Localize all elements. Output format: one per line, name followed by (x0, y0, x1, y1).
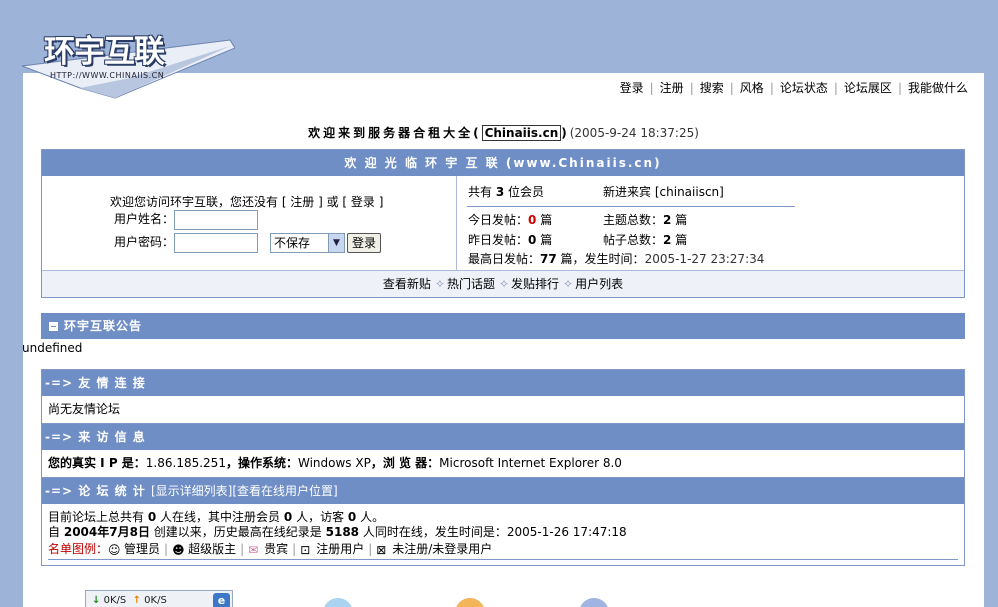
browser-icon[interactable]: e (213, 593, 230, 607)
friends-content: 尚无友情论坛 (42, 396, 964, 424)
user-legend: 名单图例：☺ 管理员 | ☻ 超级版主 | ✉ 贵宾 | ⊡ 注册用户 | ⊠ 未注册/未登录用户 (48, 542, 958, 560)
nav-forum-status[interactable]: 论坛状态 (774, 81, 834, 95)
save-login-select[interactable]: 不保存 ▼ (270, 232, 346, 253)
password-input[interactable] (174, 232, 259, 253)
announcement-content: undefined (22, 341, 83, 355)
login-button[interactable]: 登录 (347, 232, 382, 253)
diamond-icon: ✧ (434, 277, 445, 291)
login-panel: 欢 迎 光 临 环 宇 互 联 (www.Chinaiis.cn) 欢迎您访问环… (41, 149, 965, 298)
forum-stats-content: 目前论坛上总共有 0 人在线，其中注册会员 0 人，访客 0 人。 自 2004… (42, 504, 964, 566)
nav-help[interactable]: 我能做什么 (902, 81, 974, 95)
bubble-icon (455, 598, 485, 607)
network-speed-widget: ↓ 0K/S ↑ 0K/S e (85, 590, 233, 607)
member-count: 共有 3 位会员 (468, 185, 545, 199)
guest-user-icon: ⊠ (376, 543, 387, 557)
link-post-ranking[interactable]: 发贴排行 (511, 277, 559, 291)
bubble-icon (323, 598, 353, 607)
logo-title: 环宇互联 (44, 34, 165, 70)
welcome-time: (2005-9-24 18:37:25) (569, 126, 699, 140)
board-stats-panel: 共有 3 位会员 新进来宾 [chinaiiscn] 今日发帖：0 篇 主题总数… (458, 176, 964, 270)
visitor-bar: -=> 来 访 信 息 (42, 424, 964, 450)
password-label: 用户密码： (114, 235, 175, 249)
arrow-down-icon: ↓ (92, 595, 101, 606)
yesterday-posts: 昨日发帖：0 篇 (468, 233, 553, 247)
visitor-ip: 1.86.185.251 (145, 456, 226, 470)
site-logo[interactable]: 环宇互联 HTTP://WWW.CHINAIIS.CN (20, 18, 235, 103)
page-body: 登录 | 注册 | 搜索 | 风格 | 论坛状态 | 论坛展区 | 我能做什么 欢迎来到服务器合租大全(… (22, 73, 984, 607)
visitor-os: Windows XP (297, 456, 371, 470)
max-daily-posts: 最高日发帖：77 篇，发生时间：2005-1-27 23:27:34 (468, 252, 765, 266)
visitor-browser: Microsoft Internet Explorer 8.0 (439, 456, 622, 470)
nav-register[interactable]: 注册 (654, 81, 690, 95)
nav-style[interactable]: 风格 (734, 81, 770, 95)
username-row: 用户姓名： (114, 209, 259, 230)
forum-stats-bar: -=> 论 坛 统 计 [显示详细列表][查看在线用户位置] (42, 478, 964, 504)
newest-member-link[interactable]: [chinaiiscn] (655, 185, 724, 199)
stats-detail-links[interactable]: [显示详细列表][查看在线用户位置] (151, 484, 338, 498)
chevron-down-icon: ▼ (328, 233, 345, 252)
link-new-posts[interactable]: 查看新贴 (383, 277, 431, 291)
post-total: 帖子总数：2 篇 (603, 233, 688, 247)
arrow-up-icon: ↑ (132, 595, 141, 606)
logo-url: HTTP://WWW.CHINAIIS.CN (50, 71, 165, 80)
username-input[interactable] (174, 209, 259, 230)
online-line: 目前论坛上总共有 0 人在线，其中注册会员 0 人，访客 0 人。 (48, 510, 385, 524)
info-sections: -=> 友 情 连 接 尚无友情论坛 -=> 来 访 信 息 您的真实 I P … (41, 369, 965, 566)
visitor-content: 您的真实 I P 是：1.86.185.251，操作系统：Windows XP，… (42, 450, 964, 478)
login-panel-title: 欢 迎 光 临 环 宇 互 联 (www.Chinaiis.cn) (42, 150, 964, 176)
top-navigation: 登录 | 注册 | 搜索 | 风格 | 论坛状态 | 论坛展区 | 我能做什么 (614, 79, 974, 96)
friends-bar: -=> 友 情 连 接 (42, 370, 964, 396)
registered-user-icon: ⊡ (300, 543, 311, 557)
nav-search[interactable]: 搜索 (694, 81, 730, 95)
link-user-list[interactable]: 用户列表 (575, 277, 623, 291)
divider (467, 206, 795, 207)
announcement-title: 环宇互联公告 (64, 319, 143, 333)
welcome-brand[interactable]: Chinaiis.cn (481, 125, 562, 141)
vip-icon: ✉ (248, 543, 259, 557)
nav-forum-showcase[interactable]: 论坛展区 (838, 81, 898, 95)
super-moderator-icon: ☻ (172, 543, 185, 557)
welcome-title: 欢迎来到服务器合租大全(Chinaiis.cn) (308, 125, 570, 141)
link-hot-topics[interactable]: 热门话题 (447, 277, 495, 291)
nav-login[interactable]: 登录 (614, 81, 650, 95)
announcement-bar[interactable]: 环宇互联公告 (41, 313, 965, 339)
topic-total: 主题总数：2 篇 (603, 213, 688, 227)
login-intro: 欢迎您访问环宇互联，您还没有 [ 注册 ] 或 [ 登录 ] (110, 195, 384, 209)
diamond-icon: ✧ (498, 277, 510, 291)
record-line: 自 2004年7月8日 创建以来，历史最高在线纪录是 5188 人同时在线，发生… (48, 525, 627, 539)
admin-icon: ☺ (108, 543, 121, 557)
password-row: 用户密码： 不保存 ▼ 登录 (114, 232, 382, 253)
quick-links: 查看新贴 ✧ 热门话题 ✧ 发贴排行 ✧ 用户列表 (42, 270, 964, 297)
username-label: 用户姓名： (114, 212, 175, 226)
today-posts: 今日发帖：0 篇 (468, 213, 553, 227)
newest-member: 新进来宾 [chinaiiscn] (603, 185, 724, 199)
login-form: 欢迎您访问环宇互联，您还没有 [ 注册 ] 或 [ 登录 ] 用户姓名： 用户密… (42, 176, 457, 270)
bubble-icon (579, 598, 609, 607)
collapse-icon[interactable] (49, 322, 58, 331)
diamond-icon: ✧ (563, 277, 574, 291)
welcome-line: 欢迎来到服务器合租大全(Chinaiis.cn)(2005-9-24 18:37… (23, 124, 984, 141)
